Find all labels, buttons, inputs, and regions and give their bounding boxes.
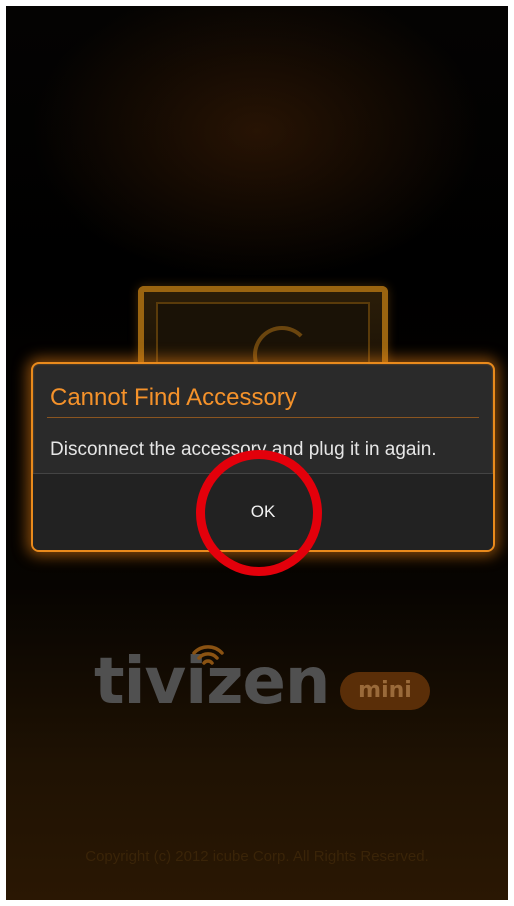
copyright-text: Copyright (c) 2012 icube Corp. All Right… <box>85 848 429 865</box>
alert-dialog: Cannot Find Accessory Disconnect the acc… <box>31 362 495 552</box>
dialog-title: Cannot Find Accessory <box>50 384 297 411</box>
logo-badge-mini: mini <box>340 672 430 710</box>
wifi-signal-icon <box>192 645 224 665</box>
dialog-message: Disconnect the accessory and plug it in … <box>50 439 437 460</box>
ok-button[interactable]: OK <box>33 474 493 550</box>
dialog-button-bar: OK <box>33 473 493 550</box>
app-screen: Cannot Find Accessory Disconnect the acc… <box>6 6 508 900</box>
dialog-divider <box>47 417 479 418</box>
tivizen-logo: tivizen mini <box>94 642 434 722</box>
